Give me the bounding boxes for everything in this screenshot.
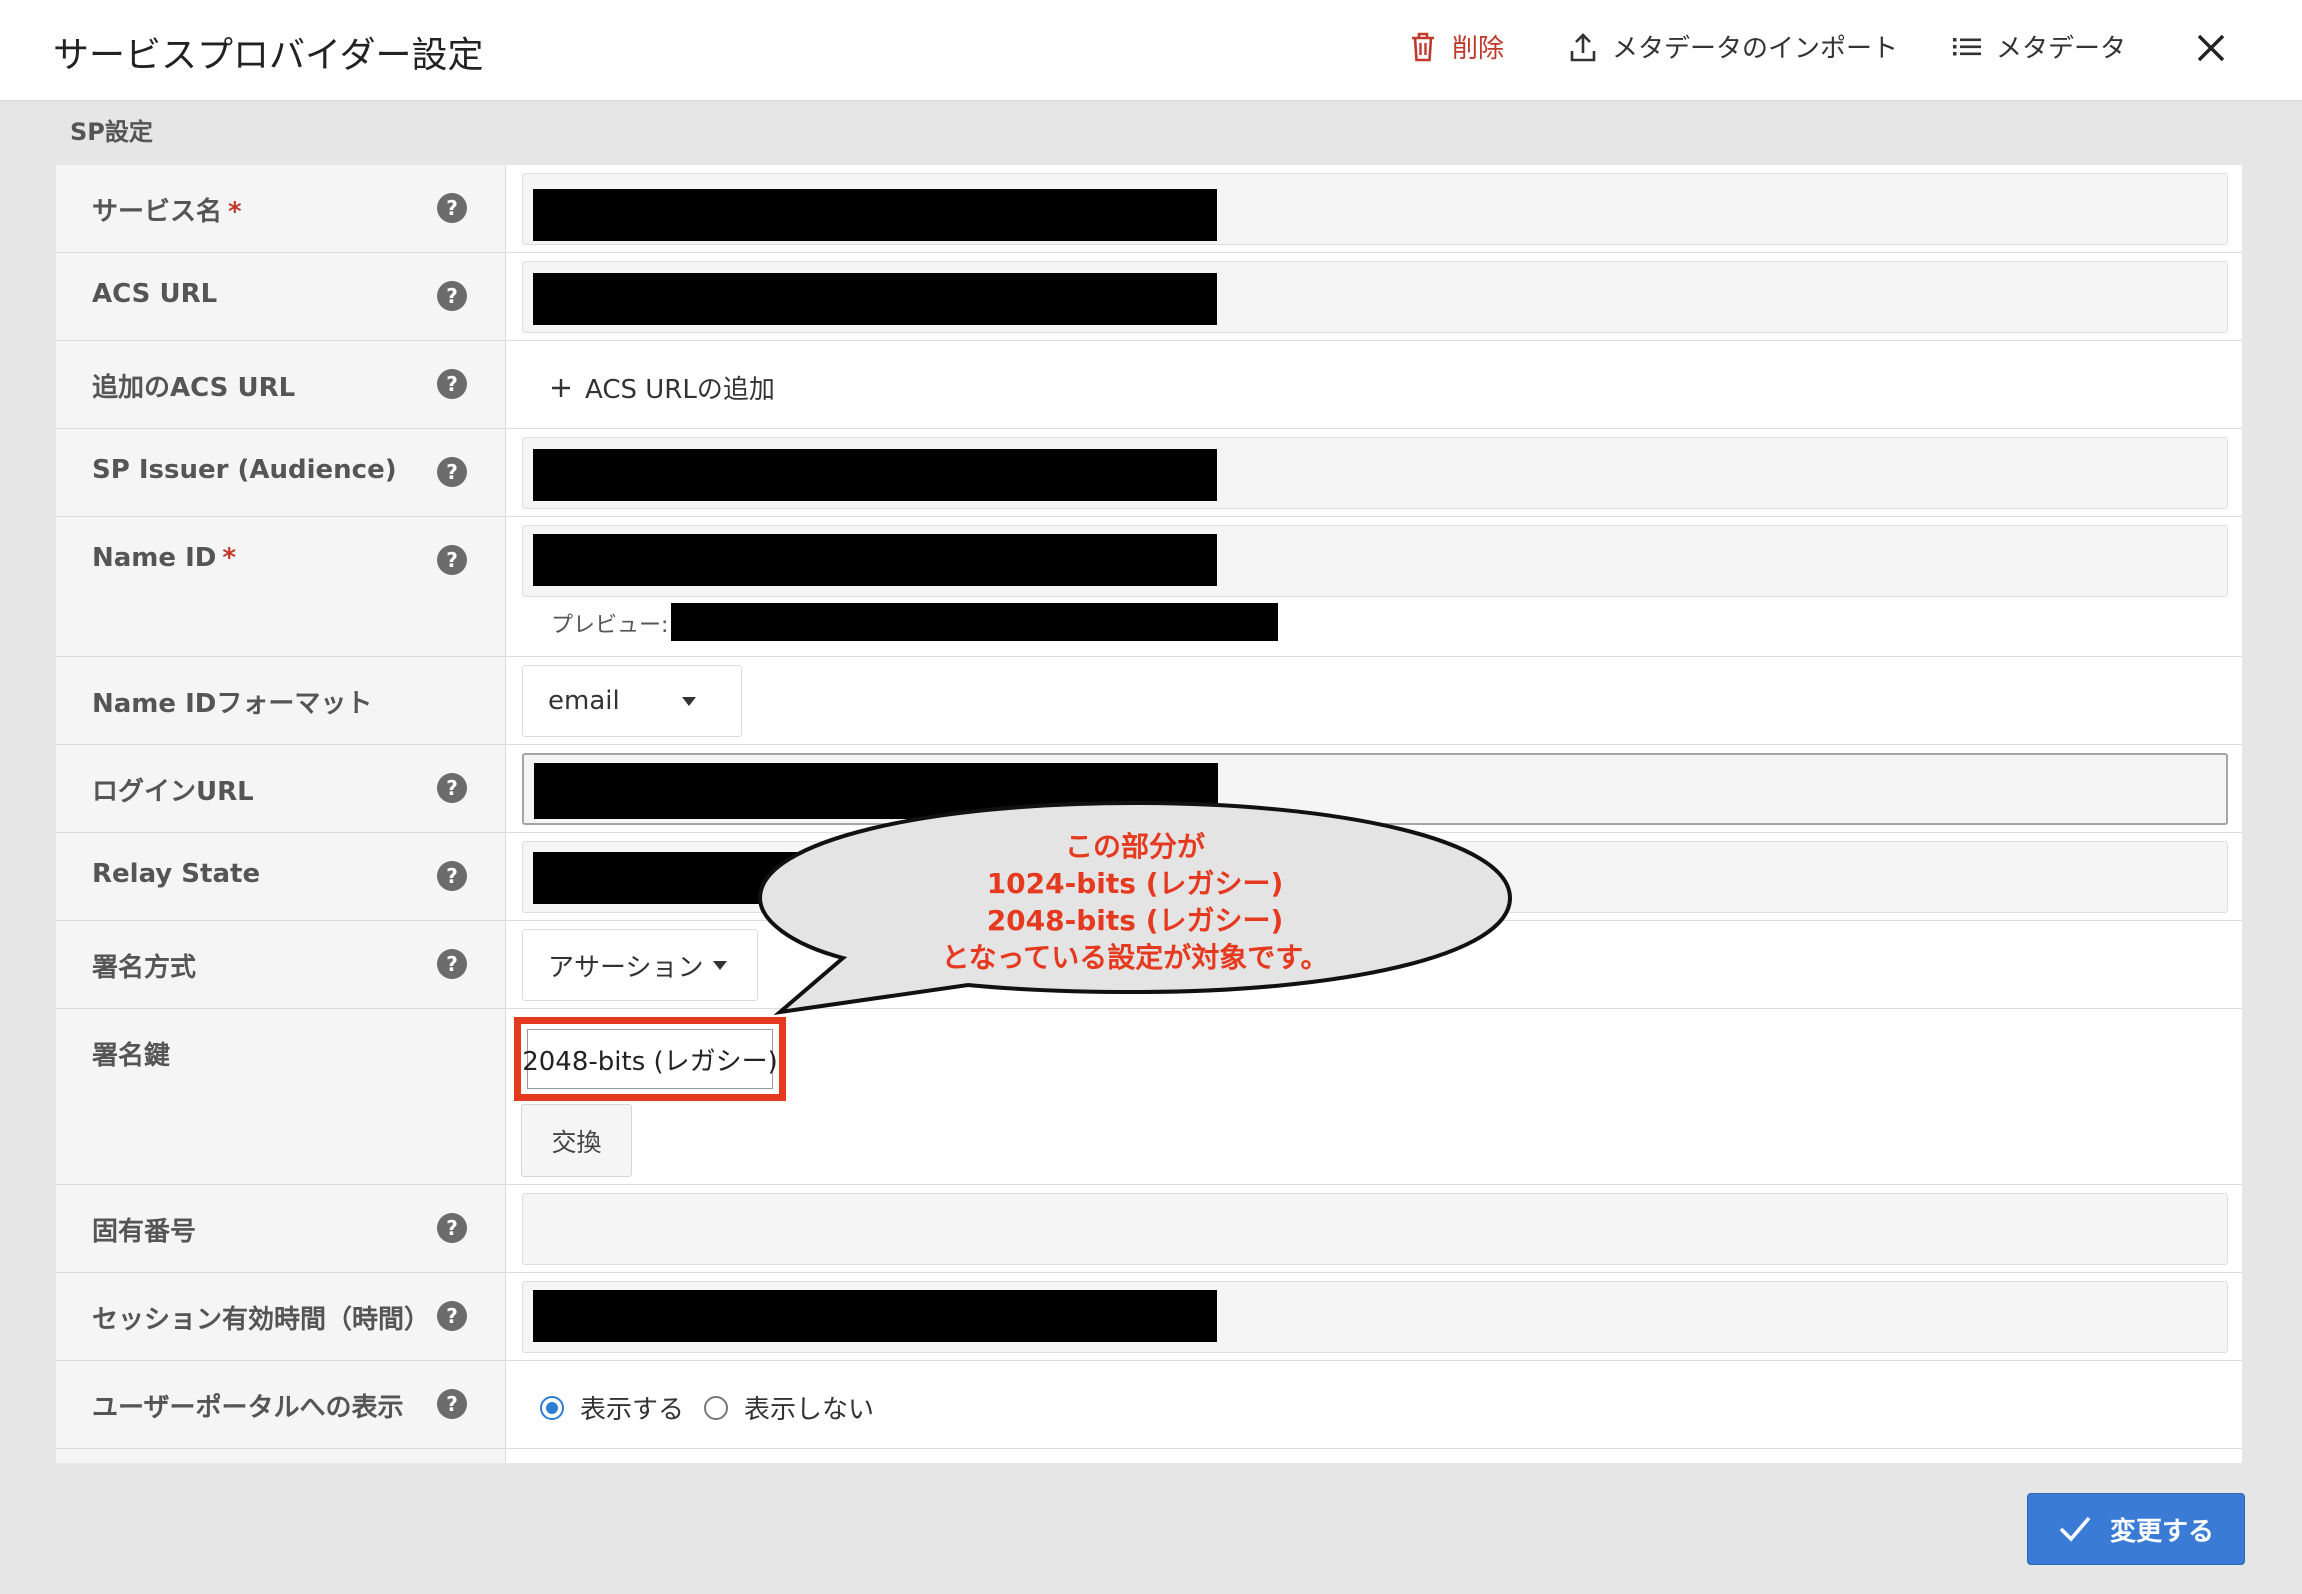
import-metadata-button[interactable]: メタデータのインポート xyxy=(1568,28,1898,65)
sp-settings-form: サービス名 *? ACS URL? 追加のACS URL? ACS URLの追加 … xyxy=(56,165,2242,1463)
session-duration-label: セッション有効時間（時間） xyxy=(92,1305,431,1335)
help-icon[interactable]: ? xyxy=(437,861,467,891)
portal-display-label: ユーザーポータルへの表示 xyxy=(92,1393,404,1423)
callout-line-3: 2048-bits (レガシー) xyxy=(986,904,1284,937)
session-duration-input[interactable] xyxy=(522,1281,2228,1353)
row-portal-display: ユーザーポータルへの表示? xyxy=(56,1361,2242,1449)
row-name-id-format: Name IDフォーマット email xyxy=(56,657,2242,745)
row-login-url: ログインURL? xyxy=(56,745,2242,833)
row-sp-issuer: SP Issuer (Audience)? xyxy=(56,429,2242,517)
help-icon[interactable]: ? xyxy=(437,193,467,223)
signature-method-select[interactable]: アサーション xyxy=(522,929,758,1001)
redacted-value xyxy=(533,189,1217,241)
redacted-value xyxy=(533,534,1217,586)
redacted-preview-value xyxy=(671,603,1278,641)
name-id-preview-label: プレビュー: xyxy=(551,613,669,638)
service-name-input[interactable] xyxy=(522,173,2228,245)
row-service-name: サービス名 *? xyxy=(56,165,2242,253)
redacted-value xyxy=(533,1290,1217,1342)
metadata-label: メタデータ xyxy=(1996,34,2127,64)
upload-icon xyxy=(1570,32,1596,61)
dialog-header: サービスプロバイダー設定 削除 メタデータのインポート メタデータ xyxy=(0,0,2302,101)
help-icon[interactable]: ? xyxy=(437,1213,467,1243)
delete-button[interactable]: 削除 xyxy=(1408,28,1504,65)
acs-url-input[interactable] xyxy=(522,261,2228,333)
signing-key-highlight: 2048-bits (レガシー) xyxy=(514,1017,786,1101)
help-icon[interactable]: ? xyxy=(437,949,467,979)
redacted-value xyxy=(533,273,1217,325)
service-name-label: サービス名 xyxy=(92,197,223,227)
name-id-format-select[interactable]: email xyxy=(522,665,742,737)
delete-label: 削除 xyxy=(1452,34,1505,64)
close-icon[interactable] xyxy=(2193,30,2229,66)
login-url-input[interactable] xyxy=(522,753,2228,825)
radio-show-label[interactable]: 表示する xyxy=(580,1389,684,1426)
help-icon[interactable]: ? xyxy=(437,545,467,575)
section-label: SP設定 xyxy=(70,118,153,146)
signing-key-label: 署名鍵 xyxy=(92,1041,171,1071)
help-icon[interactable]: ? xyxy=(437,281,467,311)
required-mark: * xyxy=(222,543,236,573)
name-id-format-value: email xyxy=(548,686,620,716)
signing-key-value: 2048-bits (レガシー) xyxy=(522,1029,778,1089)
help-icon[interactable]: ? xyxy=(437,1389,467,1419)
check-icon xyxy=(2059,1516,2091,1542)
list-icon xyxy=(1953,37,1981,55)
login-url-label: ログインURL xyxy=(92,777,254,807)
callout-text: この部分が 1024-bits (レガシー) 2048-bits (レガシー) … xyxy=(870,828,1400,976)
signature-method-label: 署名方式 xyxy=(92,953,197,983)
metadata-button[interactable]: メタデータ xyxy=(1952,28,2126,65)
help-icon[interactable]: ? xyxy=(437,457,467,487)
add-acs-url-button[interactable]: ACS URLの追加 xyxy=(551,369,775,406)
plus-icon xyxy=(552,378,570,397)
row-additional-acs: 追加のACS URL? ACS URLの追加 xyxy=(56,341,2242,429)
required-mark: * xyxy=(228,197,242,227)
callout-line-1: この部分が xyxy=(1064,830,1205,863)
row-unique-number: 固有番号? xyxy=(56,1185,2242,1273)
sp-issuer-label: SP Issuer (Audience) xyxy=(92,455,397,485)
dialog-title: サービスプロバイダー設定 xyxy=(53,35,484,76)
help-icon[interactable]: ? xyxy=(437,773,467,803)
unique-number-label: 固有番号 xyxy=(92,1217,197,1247)
additional-acs-label: 追加のACS URL xyxy=(92,373,296,403)
callout-line-2: 1024-bits (レガシー) xyxy=(986,867,1284,900)
save-label: 変更する xyxy=(2109,1516,2214,1547)
name-id-input[interactable] xyxy=(522,525,2228,597)
signature-method-value: アサーション xyxy=(548,952,704,983)
exchange-key-button[interactable]: 交換 xyxy=(521,1104,632,1177)
acs-url-label: ACS URL xyxy=(92,279,218,309)
sp-issuer-input[interactable] xyxy=(522,437,2228,509)
radio-hide[interactable] xyxy=(704,1395,729,1420)
chevron-down-icon xyxy=(681,696,696,706)
chevron-down-icon xyxy=(713,960,728,970)
import-metadata-label: メタデータのインポート xyxy=(1612,34,1899,64)
save-button[interactable]: 変更する xyxy=(2027,1493,2245,1565)
redacted-value xyxy=(534,763,1218,819)
unique-number-input[interactable] xyxy=(522,1193,2228,1265)
row-acs-url: ACS URL? xyxy=(56,253,2242,341)
row-name-id: Name ID *? プレビュー: xyxy=(56,517,2242,657)
callout-line-4: となっている設定が対象です。 xyxy=(941,941,1329,974)
radio-hide-label[interactable]: 表示しない xyxy=(744,1389,874,1426)
portal-display-radio-group: 表示する 表示しない xyxy=(540,1389,894,1426)
redacted-value xyxy=(533,449,1217,501)
add-acs-url-label: ACS URLの追加 xyxy=(585,375,775,405)
help-icon[interactable]: ? xyxy=(437,369,467,399)
trash-icon xyxy=(1412,32,1434,61)
row-signing-key: 署名鍵 xyxy=(56,1009,2242,1185)
help-icon[interactable]: ? xyxy=(437,1301,467,1331)
relay-state-label: Relay State xyxy=(92,859,261,889)
name-id-label: Name ID xyxy=(92,543,217,573)
row-session-duration: セッション有効時間（時間）? xyxy=(56,1273,2242,1361)
radio-show[interactable] xyxy=(540,1395,564,1420)
name-id-format-label: Name IDフォーマット xyxy=(92,689,373,719)
row-partial xyxy=(56,1449,2242,1463)
